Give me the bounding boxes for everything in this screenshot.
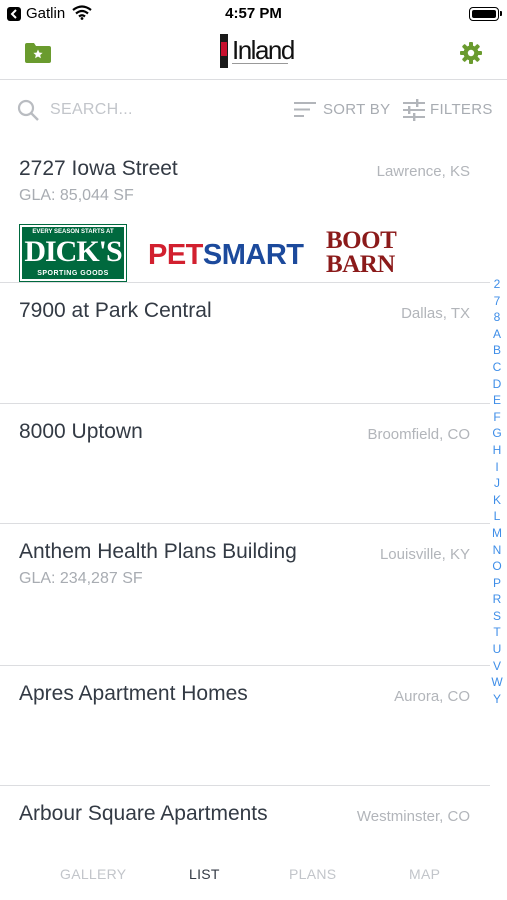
property-location: Louisville, KY: [379, 546, 470, 563]
property-location: Lawrence, KS: [376, 163, 470, 180]
sort-by-label: SORT BY: [323, 101, 391, 118]
index-letter[interactable]: 7: [490, 293, 504, 310]
navigation-bar: Inland: [0, 28, 507, 80]
index-letter[interactable]: C: [490, 359, 504, 376]
index-letter[interactable]: H: [490, 442, 504, 459]
index-letter[interactable]: O: [490, 558, 504, 575]
alphabet-index[interactable]: 2 7 8 A B C D E F G H I J K L M N O P R …: [490, 276, 504, 707]
index-letter[interactable]: K: [490, 492, 504, 509]
list-item[interactable]: Arbour Square Apartments Westminster, CO: [0, 786, 490, 866]
list-item[interactable]: Anthem Health Plans Building Louisville,…: [0, 524, 490, 666]
favorites-folder-icon[interactable]: [24, 42, 52, 64]
tenant-logos: EVERY SEASON STARTS AT DICK'S SPORTING G…: [19, 223, 480, 282]
list-item[interactable]: 8000 Uptown Broomfield, CO: [0, 404, 490, 524]
dicks-sporting-goods-logo: EVERY SEASON STARTS AT DICK'S SPORTING G…: [19, 224, 127, 282]
property-gla: GLA: 85,044 SF: [19, 187, 134, 204]
inland-logo: Inland: [216, 32, 295, 72]
filters-label: FILTERS: [430, 101, 493, 118]
index-letter[interactable]: F: [490, 409, 504, 426]
tab-gallery[interactable]: GALLERY: [60, 866, 126, 882]
gear-icon[interactable]: [459, 41, 483, 65]
tab-map[interactable]: MAP: [409, 866, 440, 882]
index-letter[interactable]: W: [490, 674, 504, 691]
boot-barn-logo: BOOT BARN: [326, 227, 396, 278]
property-list: 2727 Iowa Street Lawrence, KS GLA: 85,04…: [0, 141, 490, 866]
logo-underline: [232, 63, 288, 66]
property-location: Broomfield, CO: [367, 426, 470, 443]
search-input[interactable]: SEARCH...: [50, 101, 133, 119]
property-location: Westminster, CO: [356, 808, 470, 825]
index-letter[interactable]: S: [490, 608, 504, 625]
status-time: 4:57 PM: [225, 5, 282, 22]
index-letter[interactable]: I: [490, 459, 504, 476]
index-letter[interactable]: T: [490, 624, 504, 641]
property-location: Dallas, TX: [401, 305, 470, 322]
index-letter[interactable]: U: [490, 641, 504, 658]
logo-mark: [220, 34, 228, 68]
petsmart-logo: PETSMART: [148, 237, 304, 277]
index-letter[interactable]: Y: [490, 691, 504, 708]
index-letter[interactable]: R: [490, 591, 504, 608]
index-letter[interactable]: D: [490, 376, 504, 393]
list-item[interactable]: 2727 Iowa Street Lawrence, KS GLA: 85,04…: [0, 141, 490, 283]
index-letter[interactable]: P: [490, 575, 504, 592]
index-letter[interactable]: A: [490, 326, 504, 343]
index-letter[interactable]: J: [490, 475, 504, 492]
index-letter[interactable]: V: [490, 658, 504, 675]
status-bar: Gatlin 4:57 PM: [0, 0, 507, 28]
index-letter[interactable]: 2: [490, 276, 504, 293]
list-item[interactable]: Apres Apartment Homes Aurora, CO: [0, 666, 490, 786]
battery-icon: [469, 7, 502, 21]
index-letter[interactable]: 8: [490, 309, 504, 326]
property-location: Aurora, CO: [394, 688, 470, 705]
search-row: SEARCH... SORT BY FILTERS: [0, 92, 507, 128]
index-letter[interactable]: B: [490, 342, 504, 359]
index-letter[interactable]: M: [490, 525, 504, 542]
index-letter[interactable]: G: [490, 425, 504, 442]
bottom-tab-bar: GALLERY LIST PLANS MAP: [0, 856, 507, 892]
tab-plans[interactable]: PLANS: [289, 866, 336, 882]
property-name: Arbour Square Apartments: [19, 802, 268, 825]
property-name: 7900 at Park Central: [19, 299, 212, 322]
index-letter[interactable]: E: [490, 392, 504, 409]
dicks-subtitle: SPORTING GOODS: [37, 270, 109, 277]
property-name: Anthem Health Plans Building: [19, 540, 297, 563]
petsmart-pet: PET: [148, 239, 203, 271]
list-item[interactable]: 7900 at Park Central Dallas, TX: [0, 283, 490, 404]
index-letter[interactable]: L: [490, 508, 504, 525]
index-letter[interactable]: N: [490, 542, 504, 559]
logo-text: Inland: [232, 35, 295, 65]
dicks-wordmark: DICK'S: [24, 235, 122, 268]
property-name: Apres Apartment Homes: [19, 682, 248, 705]
search-icon[interactable]: [16, 98, 40, 127]
tab-list[interactable]: LIST: [189, 866, 220, 882]
property-gla: GLA: 234,287 SF: [19, 570, 143, 587]
property-name: 2727 Iowa Street: [19, 157, 178, 180]
petsmart-smart: SMART: [202, 239, 304, 271]
property-name: 8000 Uptown: [19, 420, 143, 443]
